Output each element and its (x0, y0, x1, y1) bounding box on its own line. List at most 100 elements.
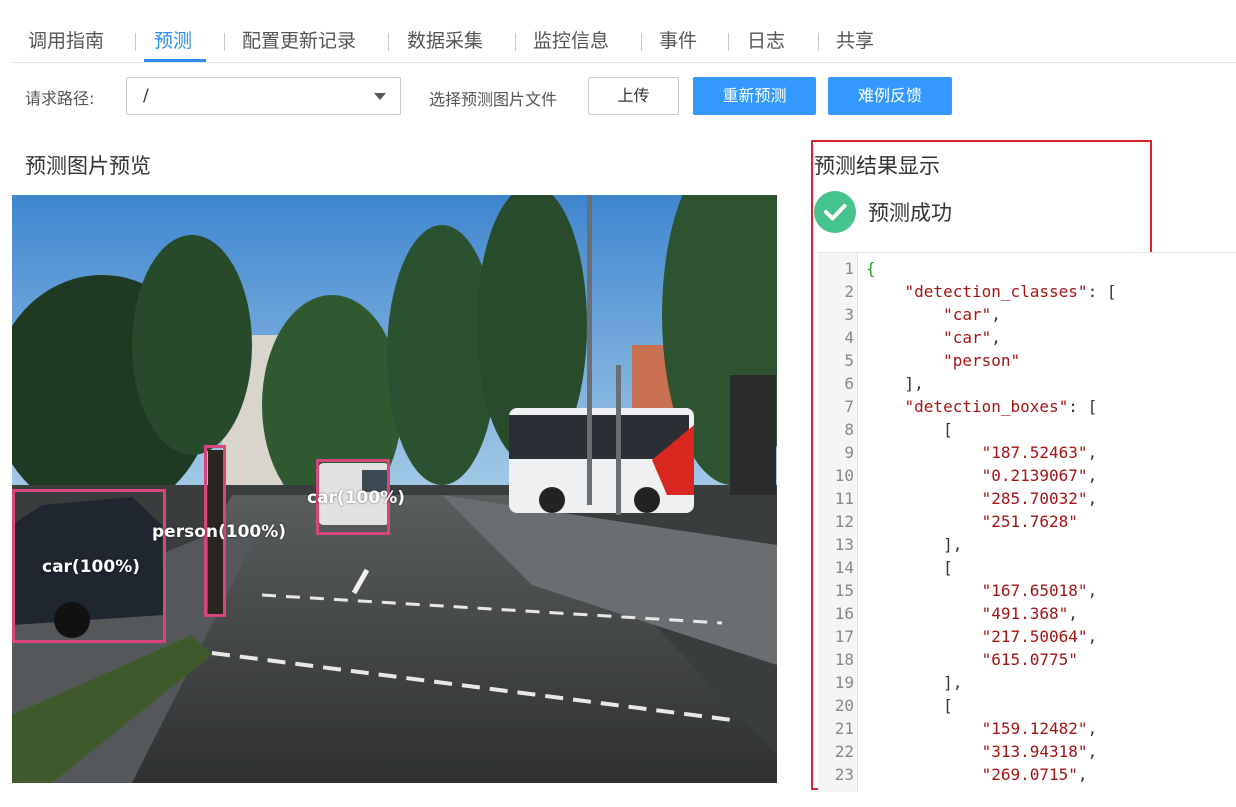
code-line: 11 "285.70032", (818, 487, 1236, 510)
code-line: 22 "313.94318", (818, 740, 1236, 763)
tab-separator (818, 33, 819, 51)
code-line: 19 ], (818, 671, 1236, 694)
line-number: 23 (834, 765, 854, 784)
json-result-viewer[interactable]: 1{2 "detection_classes": [3 "car", 4 "car… (818, 252, 1236, 792)
line-number: 4 (844, 328, 854, 347)
tab-monitoring[interactable]: 监控信息 (533, 28, 609, 62)
code-line: 4 "car", (818, 326, 1236, 349)
code-line: 16 "491.368", (818, 602, 1236, 625)
code-line: 21 "159.12482", (818, 717, 1236, 740)
code-line: 23 "269.0715", (818, 763, 1236, 786)
code-text: "217.50064", (981, 627, 1098, 646)
code-text: "car", (943, 305, 1001, 324)
code-line: 13 ], (818, 533, 1236, 556)
code-line: 6 ], (818, 372, 1236, 395)
repredict-button[interactable]: 重新预测 (693, 77, 816, 115)
code-text: "251.7628" (981, 512, 1078, 531)
code-text: "269.0715", (981, 765, 1088, 784)
upload-button[interactable]: 上传 (588, 77, 679, 115)
tab-share[interactable]: 共享 (836, 28, 874, 62)
line-number: 11 (834, 489, 854, 508)
tab-separator (135, 33, 136, 51)
code-text: "491.368", (981, 604, 1078, 623)
line-number: 8 (844, 420, 854, 439)
line-number: 20 (834, 696, 854, 715)
choose-file-label: 选择预测图片文件 (429, 90, 558, 109)
line-number: 6 (844, 374, 854, 393)
code-text: { (866, 259, 876, 278)
tab-separator (728, 33, 729, 51)
code-text: "detection_classes": [ (904, 282, 1117, 301)
tab-logs[interactable]: 日志 (747, 28, 785, 62)
code-text: "167.65018", (981, 581, 1098, 600)
code-text: ], (866, 535, 963, 554)
tab-guide[interactable]: 调用指南 (28, 28, 104, 62)
code-text: "615.0775" (981, 650, 1078, 669)
code-line: 20 [ (818, 694, 1236, 717)
code-line: 5 "person" (818, 349, 1236, 372)
code-text: [ (866, 558, 953, 577)
tab-events[interactable]: 事件 (659, 28, 697, 62)
line-number: 21 (834, 719, 854, 738)
code-text: "0.2139067", (981, 466, 1098, 485)
code-line: 18 "615.0775" (818, 648, 1236, 671)
request-path-label: 请求路径: (25, 89, 95, 108)
status-text: 预测成功 (868, 201, 952, 225)
line-number: 13 (834, 535, 854, 554)
line-number: 1 (844, 259, 854, 278)
code-line: 14 [ (818, 556, 1236, 579)
request-path-value: / (143, 86, 149, 106)
detection-label: person(100%) (152, 522, 287, 542)
line-number: 7 (844, 397, 854, 416)
tab-separator (515, 33, 516, 51)
code-text: "285.70032", (981, 489, 1098, 508)
result-title: 预测结果显示 (814, 154, 940, 178)
line-number: 9 (844, 443, 854, 462)
code-text: ], (866, 374, 924, 393)
code-line: 8 [ (818, 418, 1236, 441)
code-text: "detection_boxes": [ (904, 397, 1098, 416)
line-number: 18 (834, 650, 854, 669)
line-number: 17 (834, 627, 854, 646)
code-line: 12 "251.7628" (818, 510, 1236, 533)
tab-config-history[interactable]: 配置更新记录 (242, 28, 356, 62)
code-text: "313.94318", (981, 742, 1098, 761)
tab-separator (641, 33, 642, 51)
tab-data-collection[interactable]: 数据采集 (407, 28, 483, 62)
line-number: 15 (834, 581, 854, 600)
code-text: "person" (943, 351, 1021, 370)
preview-image: car(100%) person(100%) car(100%) (12, 195, 777, 783)
code-line: 17 "217.50064", (818, 625, 1236, 648)
line-number: 19 (834, 673, 854, 692)
code-line: 15 "167.65018", (818, 579, 1236, 602)
chevron-down-icon (374, 93, 386, 100)
code-text: "car", (943, 328, 1001, 347)
line-number: 3 (844, 305, 854, 324)
hard-example-feedback-button[interactable]: 难例反馈 (828, 77, 952, 115)
line-number: 14 (834, 558, 854, 577)
code-line: 10 "0.2139067", (818, 464, 1236, 487)
code-line: 7 "detection_boxes": [ (818, 395, 1236, 418)
tab-separator (224, 33, 225, 51)
detection-label: car(100%) (42, 557, 140, 577)
code-line: 1{ (818, 257, 1236, 280)
request-path-select[interactable]: / (126, 77, 401, 115)
code-line: 9 "187.52463", (818, 441, 1236, 464)
code-text: "187.52463", (981, 443, 1098, 462)
code-line: 3 "car", (818, 303, 1236, 326)
code-text: ], (866, 673, 963, 692)
detection-label: car(100%) (307, 488, 405, 508)
code-text: [ (866, 420, 953, 439)
tab-separator (388, 33, 389, 51)
code-line: 2 "detection_classes": [ (818, 280, 1236, 303)
tab-predict[interactable]: 预测 (143, 28, 207, 62)
line-number: 5 (844, 351, 854, 370)
line-number: 16 (834, 604, 854, 623)
line-number: 22 (834, 742, 854, 761)
line-number: 10 (834, 466, 854, 485)
tab-bar: 调用指南 预测 配置更新记录 数据采集 监控信息 事件 日志 共享 (12, 0, 1236, 63)
code-text: "159.12482", (981, 719, 1098, 738)
check-circle-icon (814, 191, 856, 233)
line-number: 12 (834, 512, 854, 531)
code-text: [ (866, 696, 953, 715)
